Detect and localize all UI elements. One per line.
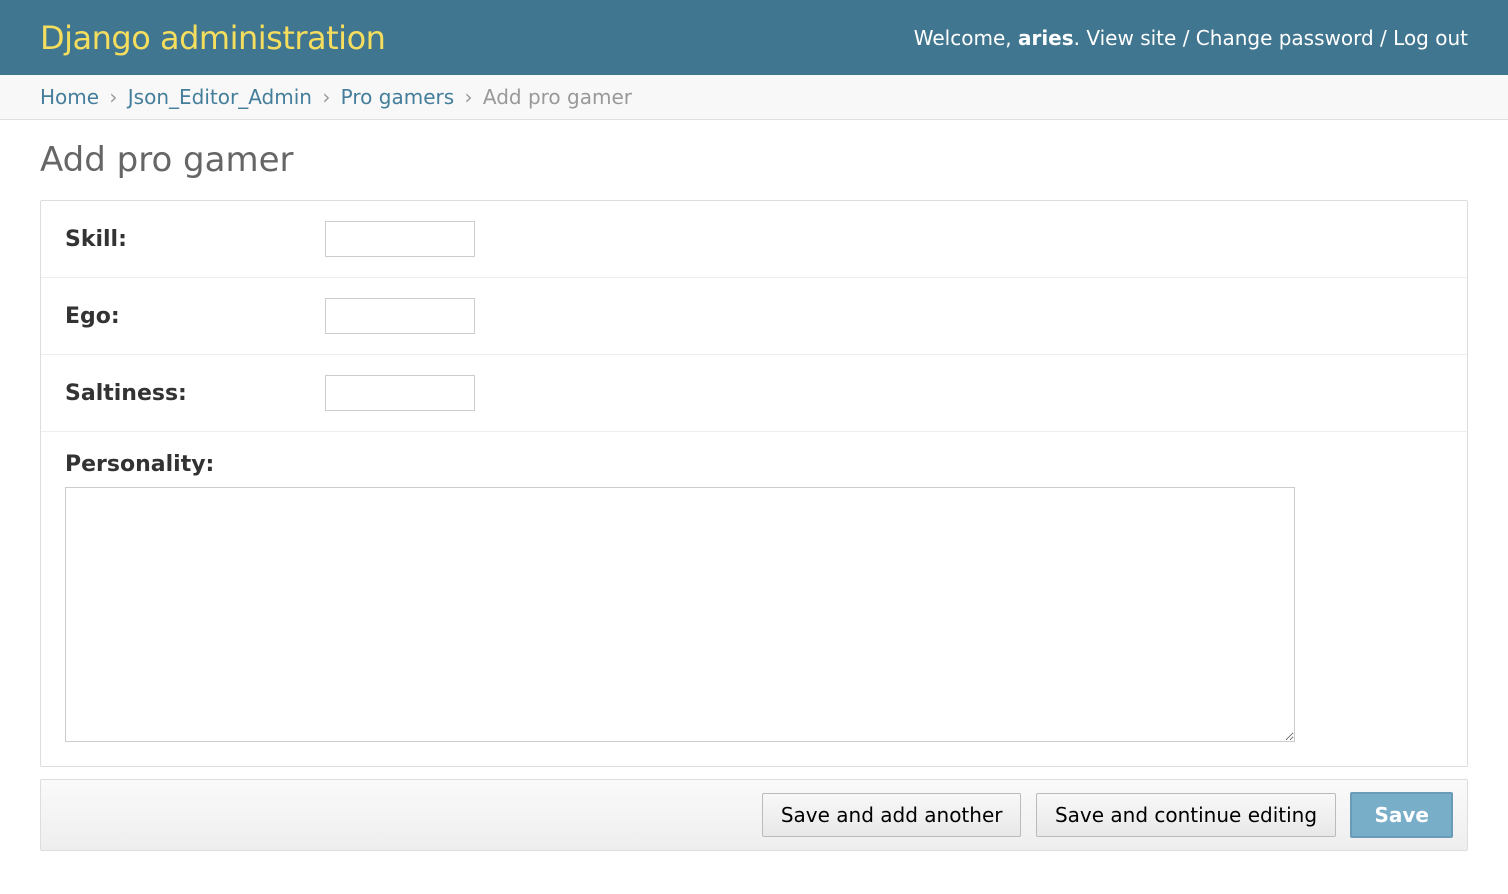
ego-label: Ego: (65, 304, 325, 329)
personality-textarea[interactable] (65, 487, 1295, 742)
saltiness-label: Saltiness: (65, 381, 325, 406)
view-site-link[interactable]: View site (1086, 26, 1176, 50)
form-row-personality: Personality: (41, 432, 1467, 766)
form-row-skill: Skill: (41, 201, 1467, 278)
welcome-text: Welcome, (914, 26, 1012, 50)
save-add-another-button[interactable] (762, 793, 1022, 837)
save-button[interactable] (1350, 792, 1453, 838)
personality-label: Personality: (65, 452, 1443, 477)
change-password-link[interactable]: Change password (1196, 26, 1374, 50)
breadcrumb-current: Add pro gamer (483, 85, 632, 109)
content: Add pro gamer Skill: Ego: Saltiness: Per… (0, 120, 1508, 871)
site-title-link[interactable]: Django administration (40, 19, 385, 57)
breadcrumb-sep: › (322, 85, 330, 109)
breadcrumbs: Home › Json_Editor_Admin › Pro gamers › … (0, 75, 1508, 120)
user-tools-sep: / (1183, 26, 1190, 50)
user-tools: Welcome, aries. View site / Change passw… (914, 26, 1468, 50)
period: . (1074, 26, 1080, 50)
breadcrumb-sep: › (465, 85, 473, 109)
saltiness-input[interactable] (325, 375, 475, 411)
user-tools-sep: / (1380, 26, 1387, 50)
breadcrumb-home[interactable]: Home (40, 85, 99, 109)
form-module: Skill: Ego: Saltiness: Personality: (40, 200, 1468, 767)
log-out-link[interactable]: Log out (1393, 26, 1468, 50)
breadcrumb-model[interactable]: Pro gamers (341, 85, 454, 109)
submit-row (40, 779, 1468, 851)
form-row-saltiness: Saltiness: (41, 355, 1467, 432)
branding: Django administration (40, 19, 385, 57)
skill-label: Skill: (65, 227, 325, 252)
ego-input[interactable] (325, 298, 475, 334)
site-title: Django administration (40, 19, 385, 57)
page-title: Add pro gamer (40, 140, 1468, 180)
save-continue-button[interactable] (1036, 793, 1336, 837)
breadcrumb-app[interactable]: Json_Editor_Admin (128, 85, 312, 109)
breadcrumb-sep: › (109, 85, 117, 109)
form-row-ego: Ego: (41, 278, 1467, 355)
header-bar: Django administration Welcome, aries. Vi… (0, 0, 1508, 75)
skill-input[interactable] (325, 221, 475, 257)
username: aries (1018, 26, 1074, 50)
